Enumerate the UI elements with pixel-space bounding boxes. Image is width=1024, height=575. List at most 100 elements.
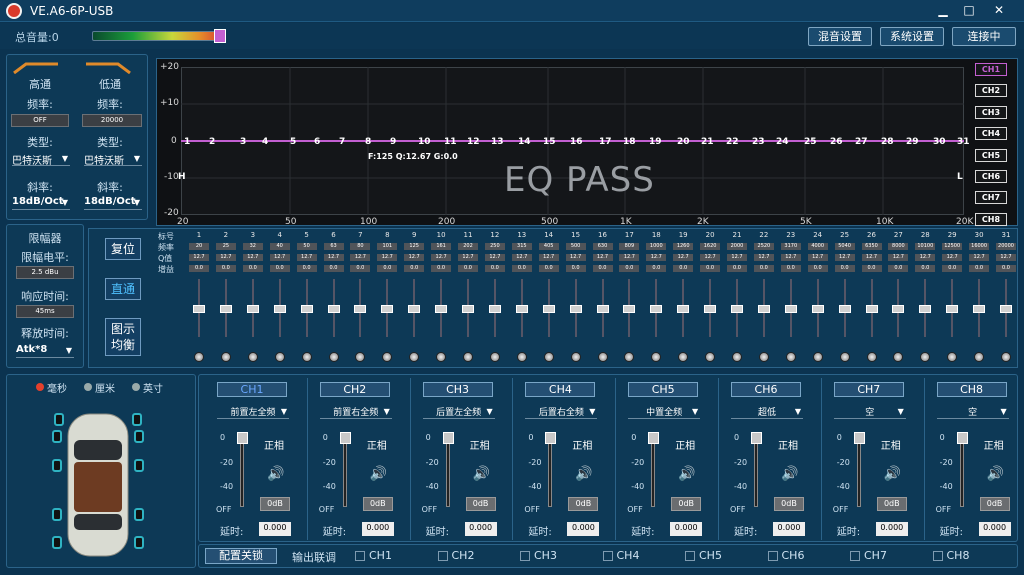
- band-fader-thumb-23[interactable]: [784, 305, 797, 313]
- band-gain-26[interactable]: 0.0: [861, 265, 882, 272]
- band-knob-4[interactable]: [274, 352, 285, 362]
- band-freq-26[interactable]: 6350: [861, 243, 882, 250]
- speaker-volume-icon[interactable]: 🔊: [884, 466, 901, 482]
- radio-ms[interactable]: [36, 383, 44, 391]
- output-phase-label[interactable]: 正相: [367, 437, 387, 452]
- band-gain-15[interactable]: 0.0: [565, 265, 586, 272]
- band-marker-24[interactable]: 24: [776, 137, 789, 147]
- band-knob-23[interactable]: [785, 352, 796, 362]
- band-knob-13[interactable]: [516, 352, 527, 362]
- band-q-17[interactable]: 12.7: [619, 254, 640, 261]
- band-gain-31[interactable]: 0.0: [996, 265, 1016, 272]
- band-fader-thumb-24[interactable]: [811, 305, 824, 313]
- band-q-27[interactable]: 12.7: [888, 254, 909, 261]
- band-knob-14[interactable]: [543, 352, 554, 362]
- band-q-3[interactable]: 12.7: [242, 254, 263, 261]
- band-marker-15[interactable]: 15: [543, 137, 556, 147]
- band-knob-16[interactable]: [597, 352, 608, 362]
- band-marker-3[interactable]: 3: [240, 137, 246, 147]
- band-freq-6[interactable]: 63: [323, 243, 344, 250]
- close-button[interactable]: ✕: [990, 2, 1008, 18]
- band-knob-24[interactable]: [812, 352, 823, 362]
- band-gain-17[interactable]: 0.0: [619, 265, 640, 272]
- output-ch4-title[interactable]: CH4: [525, 382, 596, 397]
- link-checkbox-ch2[interactable]: [437, 551, 448, 561]
- band-marker-27[interactable]: 27: [855, 137, 868, 147]
- legend-ch3[interactable]: CH3: [975, 105, 1007, 119]
- band-q-14[interactable]: 12.7: [538, 254, 559, 261]
- speaker-icon[interactable]: [54, 413, 64, 426]
- band-fader-thumb-19[interactable]: [677, 305, 690, 313]
- band-gain-8[interactable]: 0.0: [377, 265, 398, 272]
- legend-ch8[interactable]: CH8: [975, 212, 1007, 226]
- output-ch6-source-select[interactable]: 超低 ▼: [731, 405, 803, 419]
- speaker-icon[interactable]: [132, 413, 142, 426]
- output-ch8-source-select[interactable]: 空 ▼: [936, 405, 1009, 419]
- response-time-input[interactable]: 45ms: [16, 305, 74, 318]
- output-phase-label[interactable]: 正相: [881, 437, 901, 452]
- band-freq-16[interactable]: 630: [592, 243, 613, 250]
- band-q-8[interactable]: 12.7: [377, 254, 398, 261]
- band-fader-thumb-25[interactable]: [838, 305, 851, 313]
- band-marker-16[interactable]: 16: [570, 137, 583, 147]
- band-marker-10[interactable]: 10: [418, 137, 431, 147]
- master-volume-thumb[interactable]: [213, 29, 226, 43]
- release-time-select[interactable]: Atk*8 ▼: [16, 344, 74, 358]
- band-q-29[interactable]: 12.7: [942, 254, 963, 261]
- output-ch3-source-select[interactable]: 后置左全频 ▼: [422, 405, 495, 419]
- link-checkbox-ch7[interactable]: [850, 551, 860, 561]
- band-freq-27[interactable]: 8000: [888, 243, 909, 250]
- band-fader-thumb-28[interactable]: [919, 305, 932, 313]
- band-gain-3[interactable]: 0.0: [242, 265, 263, 272]
- band-gain-11[interactable]: 0.0: [458, 265, 478, 272]
- band-marker-13[interactable]: 13: [491, 137, 504, 147]
- band-gain-9[interactable]: 0.0: [404, 265, 425, 272]
- band-freq-13[interactable]: 315: [511, 243, 532, 250]
- band-fader-thumb-12[interactable]: [488, 305, 501, 313]
- band-gain-2[interactable]: 0.0: [215, 265, 236, 272]
- band-fader-thumb-29[interactable]: [946, 305, 959, 313]
- output-phase-label[interactable]: 正相: [778, 437, 798, 452]
- band-gain-18[interactable]: 0.0: [646, 265, 667, 272]
- band-knob-3[interactable]: [247, 352, 258, 362]
- band-marker-9[interactable]: 9: [390, 137, 396, 147]
- band-freq-14[interactable]: 405: [538, 243, 559, 250]
- output-ch5-source-select[interactable]: 中置全频 ▼: [628, 405, 701, 419]
- band-freq-8[interactable]: 101: [377, 243, 398, 250]
- band-knob-31[interactable]: [1001, 352, 1011, 362]
- band-freq-23[interactable]: 3170: [780, 243, 801, 250]
- band-fader-thumb-5[interactable]: [300, 305, 313, 313]
- band-freq-2[interactable]: 25: [215, 243, 236, 250]
- output-ch3-title[interactable]: CH3: [422, 382, 493, 397]
- band-knob-6[interactable]: [328, 352, 339, 362]
- eq-reset-button[interactable]: 复位: [105, 238, 141, 260]
- output-phase-label[interactable]: 正相: [675, 437, 695, 452]
- band-marker-17[interactable]: 17: [599, 137, 612, 147]
- band-gain-6[interactable]: 0.0: [323, 265, 344, 272]
- output-ch5-title[interactable]: CH5: [628, 382, 699, 397]
- output-ch2-fader-thumb[interactable]: [339, 432, 351, 444]
- band-knob-22[interactable]: [758, 352, 769, 362]
- band-q-28[interactable]: 12.7: [915, 254, 936, 261]
- band-gain-10[interactable]: 0.0: [431, 265, 452, 272]
- output-ch7-delay[interactable]: 0.000: [875, 522, 908, 536]
- output-ch4-db[interactable]: 0dB: [568, 497, 599, 511]
- band-freq-29[interactable]: 12500: [942, 243, 963, 250]
- link-checkbox-ch3[interactable]: [520, 551, 530, 561]
- band-knob-1[interactable]: [194, 352, 204, 362]
- link-checkbox-ch8[interactable]: [932, 551, 943, 561]
- legend-ch4[interactable]: CH4: [975, 127, 1007, 141]
- band-marker-19[interactable]: 19: [649, 137, 662, 147]
- output-phase-label[interactable]: 正相: [264, 437, 284, 452]
- band-knob-5[interactable]: [301, 352, 312, 362]
- band-gain-25[interactable]: 0.0: [834, 265, 855, 272]
- band-q-12[interactable]: 12.7: [484, 254, 505, 261]
- band-gain-20[interactable]: 0.0: [700, 265, 721, 272]
- band-marker-1[interactable]: 1: [184, 137, 190, 147]
- output-ch7-title[interactable]: CH7: [833, 382, 904, 397]
- output-ch5-delay[interactable]: 0.000: [670, 522, 703, 536]
- band-q-13[interactable]: 12.7: [511, 254, 532, 261]
- band-q-20[interactable]: 12.7: [700, 254, 721, 261]
- output-ch7-source-select[interactable]: 空 ▼: [833, 405, 906, 419]
- output-ch4-fader-thumb[interactable]: [545, 432, 557, 444]
